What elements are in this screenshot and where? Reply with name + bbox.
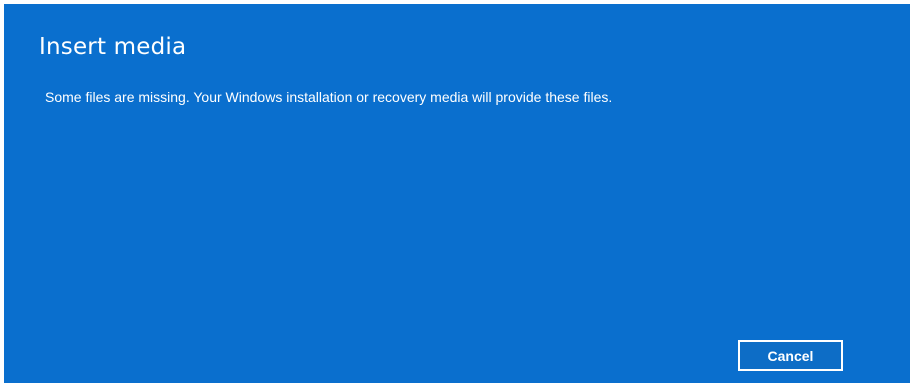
insert-media-dialog: Insert media Some files are missing. You… bbox=[4, 4, 910, 383]
cancel-button[interactable]: Cancel bbox=[738, 340, 843, 371]
dialog-title: Insert media bbox=[39, 34, 187, 60]
dialog-message: Some files are missing. Your Windows ins… bbox=[45, 89, 613, 105]
